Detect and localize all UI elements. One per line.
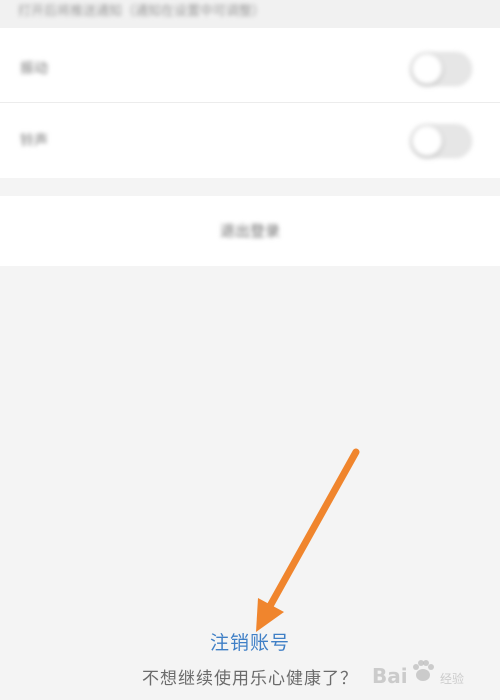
logout-label: 退出登录 [219,222,280,240]
vibrate-toggle[interactable] [410,52,472,86]
cancel-account-link[interactable]: 注销账号 [0,628,500,655]
toggle-knob [412,126,442,156]
hint-text: 打开后将推送通知（通知在设置中可调整） [18,4,266,19]
row-divider [0,102,500,103]
sound-toggle[interactable] [410,124,472,158]
toggle-knob [412,54,442,84]
setting-row-sound[interactable]: 铃声 [0,104,500,176]
setting-label: 振动 [20,61,48,77]
setting-label: 铃声 [20,133,48,149]
hint-strip: 打开后将推送通知（通知在设置中可调整） [0,0,500,28]
logout-button[interactable]: 退出登录 [0,196,500,266]
settings-list: 振动 铃声 [0,28,500,178]
watermark-sub: 经验 [440,672,465,686]
watermark-text: Bai [372,664,408,688]
paw-icon [413,660,434,681]
setting-row-vibrate[interactable]: 振动 [0,32,500,104]
watermark: Bai 经验 [372,654,492,694]
